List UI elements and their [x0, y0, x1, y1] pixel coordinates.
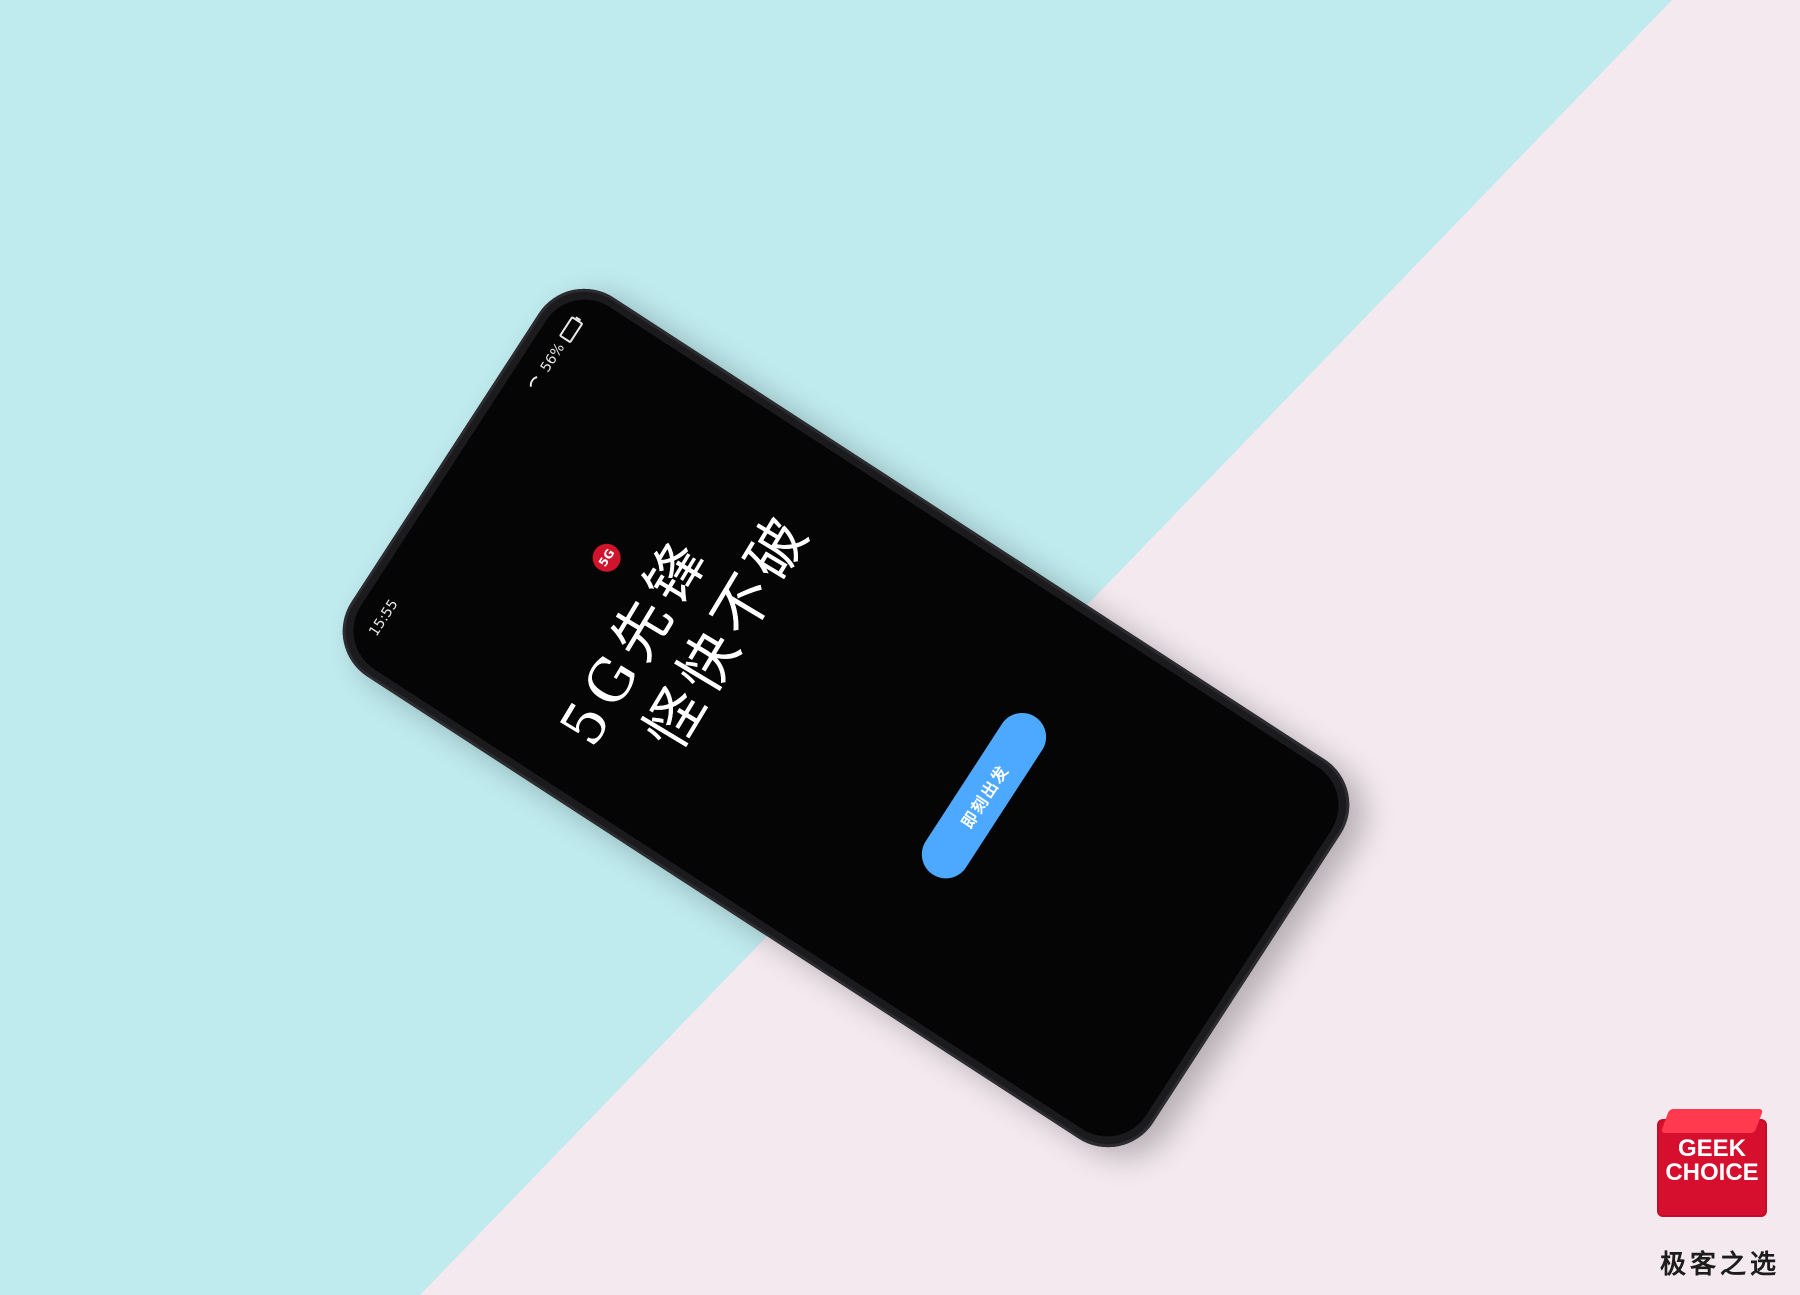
battery-icon [558, 315, 584, 344]
battery-percent: 56% [537, 340, 569, 376]
cta-button[interactable]: 即刻出发 [912, 703, 1056, 888]
photo-scene: 15:55 56% 5G 5G先锋 怪快不破 即刻出发 GEEK CHOICE … [0, 0, 1800, 1295]
logo-line-2: CHOICE [1665, 1159, 1759, 1186]
wifi-icon [526, 372, 547, 395]
5g-badge: 5G [587, 538, 627, 578]
headline: 5G先锋 怪快不破 [544, 429, 846, 797]
logo-text: GEEK CHOICE [1665, 1137, 1759, 1185]
watermark-cn: 极客之选 [1659, 1250, 1780, 1280]
geek-choice-logo: GEEK CHOICE [1657, 1119, 1767, 1217]
logo-line-1: GEEK [1677, 1135, 1746, 1162]
status-time: 15:55 [366, 596, 402, 640]
